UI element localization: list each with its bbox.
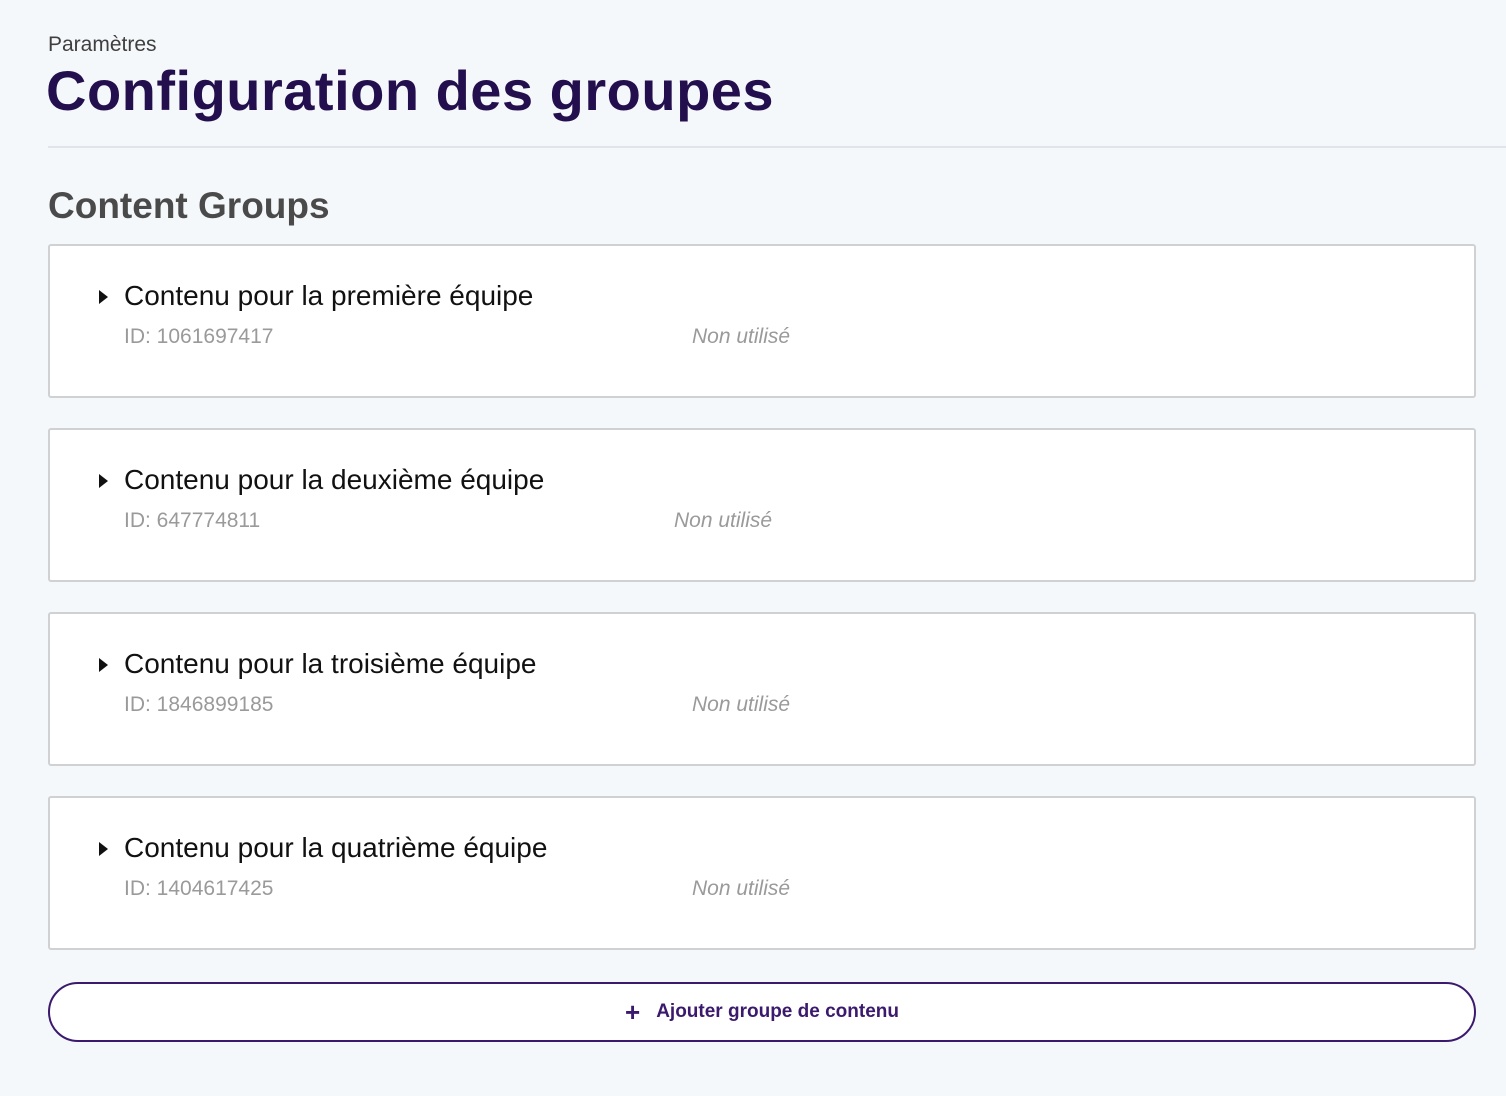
add-content-group-button[interactable]: + Ajouter groupe de contenu [48,982,1476,1042]
caret-right-icon [98,474,108,488]
expand-toggle-icon[interactable] [90,284,116,310]
add-button-label: Ajouter groupe de contenu [656,1001,899,1022]
header-divider [48,146,1506,148]
caret-right-icon [98,290,108,304]
breadcrumb[interactable]: Paramètres [48,32,157,58]
group-id: ID: 1846899185 [124,693,274,716]
group-name[interactable]: Contenu pour la deuxième équipe [124,462,544,498]
group-usage-status: Non utilisé [692,877,791,900]
section-title: Content Groups [48,185,330,226]
group-id: ID: 1061697417 [124,325,274,348]
expand-toggle-icon[interactable] [90,836,116,862]
caret-right-icon [98,658,108,672]
group-name[interactable]: Contenu pour la troisième équipe [124,646,536,682]
content-group-list: Contenu pour la première équipe ID: 1061… [48,244,1476,950]
plus-icon: + [625,997,641,1027]
group-name[interactable]: Contenu pour la quatrième équipe [124,830,547,866]
group-usage-status: Non utilisé [692,693,791,716]
expand-toggle-icon[interactable] [90,468,116,494]
content-group-card: Contenu pour la quatrième équipe ID: 140… [48,796,1476,950]
page: Paramètres Configuration des groupes Con… [0,0,1506,1096]
group-id: ID: 647774811 [124,509,261,532]
group-usage-status: Non utilisé [692,325,791,348]
content-group-card: Contenu pour la deuxième équipe ID: 6477… [48,428,1476,582]
content-group-card: Contenu pour la première équipe ID: 1061… [48,244,1476,398]
caret-right-icon [98,842,108,856]
group-id: ID: 1404617425 [124,877,274,900]
content-group-card: Contenu pour la troisième équipe ID: 184… [48,612,1476,766]
page-title: Configuration des groupes [46,59,775,122]
expand-toggle-icon[interactable] [90,652,116,678]
group-name[interactable]: Contenu pour la première équipe [124,278,533,314]
group-usage-status: Non utilisé [674,509,773,532]
